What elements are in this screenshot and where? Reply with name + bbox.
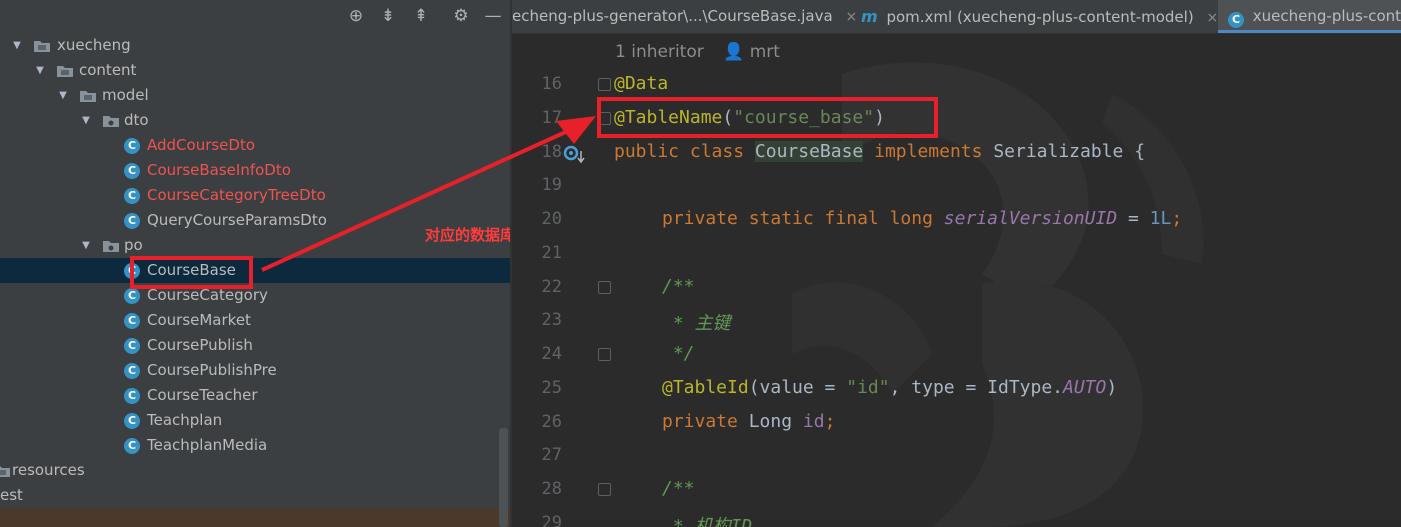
annotation-arrow (261, 116, 596, 272)
